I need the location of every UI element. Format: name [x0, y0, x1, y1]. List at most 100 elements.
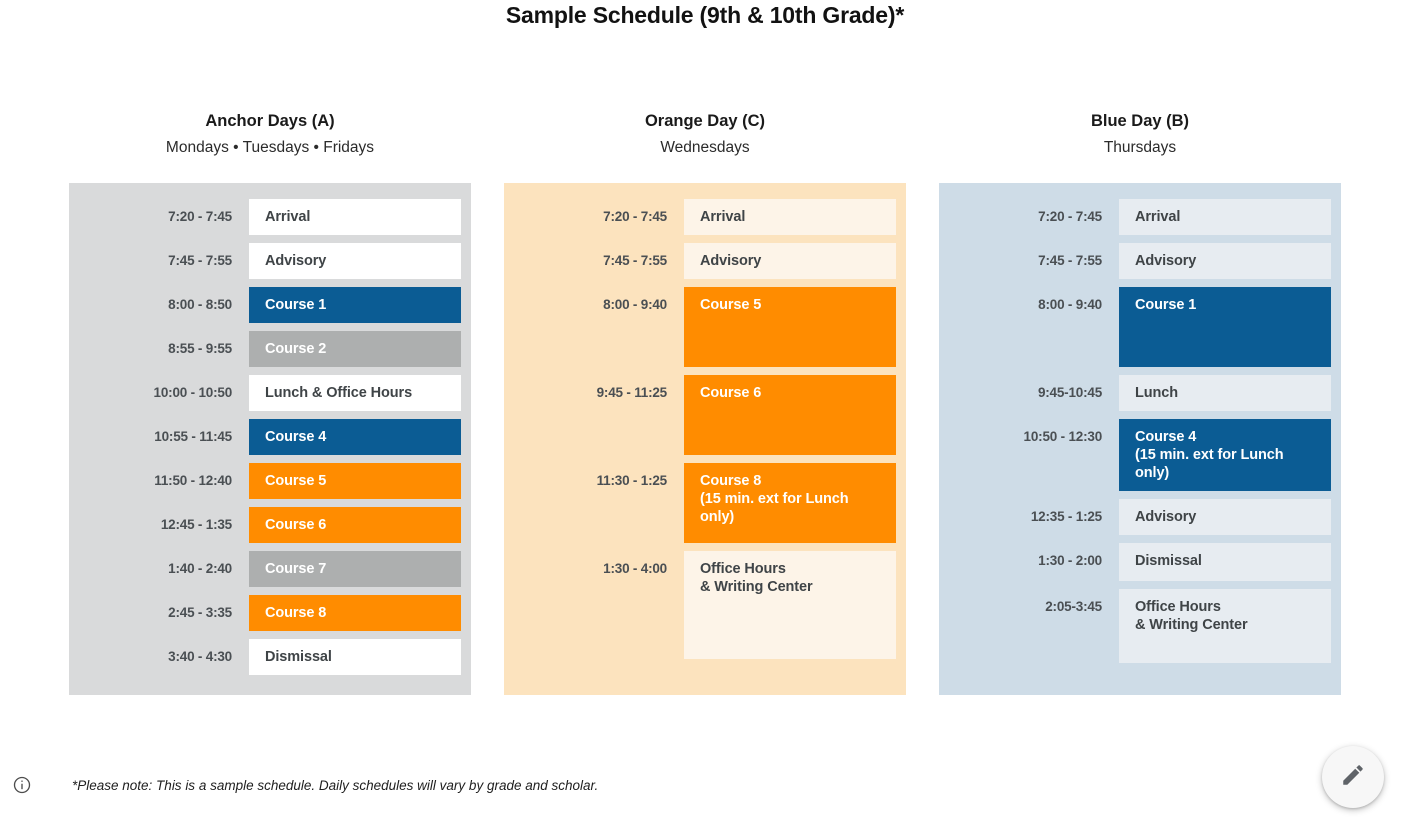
row-label: Course 4	[265, 428, 327, 445]
row-block[interactable]: Course 6	[684, 374, 896, 455]
schedule-row[interactable]: 8:55 - 9:55 Course 2	[69, 330, 461, 367]
row-label: Arrival	[265, 208, 311, 225]
row-label: Dismissal	[1135, 552, 1202, 569]
column-subtitle: Mondays • Tuesdays • Fridays	[165, 138, 375, 156]
schedule-row[interactable]: 3:40 - 4:30 Dismissal	[69, 638, 461, 675]
schedule-row[interactable]: 7:45 - 7:55 Advisory	[69, 242, 461, 279]
row-block[interactable]: Advisory	[249, 242, 461, 279]
row-block[interactable]: Advisory	[1119, 242, 1331, 279]
row-time: 10:50 - 12:30	[1023, 428, 1103, 444]
edit-fab-button[interactable]	[1322, 746, 1384, 808]
row-block[interactable]: Dismissal	[249, 638, 461, 675]
row-label: Course 8	[700, 472, 762, 489]
row-block[interactable]: Lunch & Office Hours	[249, 374, 461, 411]
schedule-row[interactable]: 7:45 - 7:55 Advisory	[939, 242, 1331, 279]
row-label: Office Hours	[700, 560, 786, 577]
schedule-column: Orange Day (C) Wednesdays 7:20 - 7:45 Arriv…	[504, 112, 906, 695]
row-block[interactable]: Arrival	[684, 198, 896, 235]
column-title: Blue Day (B)	[1090, 112, 1190, 130]
row-time: 2:45 - 3:35	[168, 604, 232, 620]
row-block[interactable]: Course 4 (15 min. ext for Lunch only)	[1119, 418, 1331, 491]
row-time: 8:55 - 9:55	[168, 340, 232, 356]
row-label: Advisory	[265, 252, 327, 269]
row-label: Arrival	[700, 208, 746, 225]
schedule-columns: Anchor Days (A) Mondays • Tuesdays • Frid…	[0, 112, 1410, 695]
row-block[interactable]: Arrival	[1119, 198, 1331, 235]
schedule-panel: 7:20 - 7:45 Arrival 7:45 - 7:55 Advisory 8:0…	[939, 182, 1341, 695]
schedule-row[interactable]: 7:20 - 7:45 Arrival	[69, 198, 461, 235]
schedule-row[interactable]: 2:45 - 3:35 Course 8	[69, 594, 461, 631]
schedule-row[interactable]: 1:40 - 2:40 Course 7	[69, 550, 461, 587]
footer-note: *Please note: This is a sample schedule.…	[72, 777, 599, 793]
row-label: Office Hours	[1135, 598, 1221, 615]
row-block[interactable]: Course 8 (15 min. ext for Lunch only)	[684, 462, 896, 543]
footer: *Please note: This is a sample schedule.…	[0, 775, 1410, 795]
row-label: Course 5	[700, 296, 762, 313]
row-time: 11:50 - 12:40	[154, 472, 232, 488]
column-title: Orange Day (C)	[644, 112, 766, 130]
row-block[interactable]: Arrival	[249, 198, 461, 235]
row-time: 1:30 - 2:00	[1038, 552, 1102, 568]
row-block[interactable]: Course 6	[249, 506, 461, 543]
schedule-row[interactable]: 8:00 - 9:40 Course 5	[504, 286, 896, 367]
schedule-row[interactable]: 2:05-3:45 Office Hours & Writing Center	[939, 588, 1331, 663]
row-time: 7:20 - 7:45	[168, 208, 232, 224]
schedule-row[interactable]: 12:45 - 1:35 Course 6	[69, 506, 461, 543]
schedule-row[interactable]: 1:30 - 2:00 Dismissal	[939, 542, 1331, 581]
schedule-row[interactable]: 9:45 - 11:25 Course 6	[504, 374, 896, 455]
row-block[interactable]: Course 4	[249, 418, 461, 455]
pencil-icon	[1340, 762, 1366, 793]
schedule-row[interactable]: 8:00 - 9:40 Course 1	[939, 286, 1331, 367]
schedule-panel: 7:20 - 7:45 Arrival 7:45 - 7:55 Advisory 8:0…	[69, 182, 471, 695]
row-sublabel: & Writing Center	[1135, 616, 1248, 633]
row-time: 1:40 - 2:40	[168, 560, 232, 576]
schedule-row[interactable]: 12:35 - 1:25 Advisory	[939, 498, 1331, 535]
schedule-row[interactable]: 11:30 - 1:25 Course 8 (15 min. ext for Lun…	[504, 462, 896, 543]
row-label: Course 6	[265, 516, 327, 533]
row-block[interactable]: Course 1	[1119, 286, 1331, 367]
row-time: 7:45 - 7:55	[168, 252, 232, 268]
column-subtitle: Thursdays	[1103, 138, 1177, 156]
row-time: 10:55 - 11:45	[154, 428, 232, 444]
row-label: Dismissal	[265, 648, 332, 665]
row-label: Course 5	[265, 472, 327, 489]
schedule-row[interactable]: 10:55 - 11:45 Course 4	[69, 418, 461, 455]
schedule-row[interactable]: 7:20 - 7:45 Arrival	[939, 198, 1331, 235]
row-block[interactable]: Course 2	[249, 330, 461, 367]
column-header: Anchor Days (A) Mondays • Tuesdays • Frid…	[69, 112, 471, 157]
schedule-row[interactable]: 7:45 - 7:55 Advisory	[504, 242, 896, 279]
row-block[interactable]: Course 8	[249, 594, 461, 631]
schedule-row[interactable]: 8:00 - 8:50 Course 1	[69, 286, 461, 323]
row-label: Advisory	[1135, 508, 1197, 525]
row-block[interactable]: Dismissal	[1119, 542, 1331, 581]
row-sublabel: & Writing Center	[700, 578, 813, 595]
row-label: Lunch & Office Hours	[265, 384, 413, 401]
row-block[interactable]: Advisory	[1119, 498, 1331, 535]
schedule-row[interactable]: 10:50 - 12:30 Course 4 (15 min. ext for Lu…	[939, 418, 1331, 491]
schedule-row[interactable]: 11:50 - 12:40 Course 5	[69, 462, 461, 499]
column-header: Blue Day (B) Thursdays	[939, 112, 1341, 157]
column-title: Anchor Days (A)	[205, 112, 335, 130]
schedule-row[interactable]: 10:00 - 10:50 Lunch & Office Hours	[69, 374, 461, 411]
row-time: 9:45-10:45	[1037, 384, 1102, 400]
row-block[interactable]: Course 7	[249, 550, 461, 587]
row-block[interactable]: Advisory	[684, 242, 896, 279]
row-block[interactable]: Course 1	[249, 286, 461, 323]
row-label: Advisory	[1135, 252, 1197, 269]
schedule-column: Anchor Days (A) Mondays • Tuesdays • Frid…	[69, 112, 471, 695]
row-block[interactable]: Office Hours & Writing Center	[1119, 588, 1331, 663]
row-time: 8:00 - 9:40	[1038, 296, 1102, 312]
row-label: Course 6	[700, 384, 762, 401]
schedule-row[interactable]: 1:30 - 4:00 Office Hours & Writing Center	[504, 550, 896, 659]
row-block[interactable]: Office Hours & Writing Center	[684, 550, 896, 659]
schedule-row[interactable]: 7:20 - 7:45 Arrival	[504, 198, 896, 235]
row-label: Course 2	[265, 340, 327, 357]
row-block[interactable]: Course 5	[249, 462, 461, 499]
row-label: Course 1	[1135, 296, 1197, 313]
row-block[interactable]: Lunch	[1119, 374, 1331, 411]
column-subtitle: Wednesdays	[660, 138, 750, 156]
schedule-row[interactable]: 9:45-10:45 Lunch	[939, 374, 1331, 411]
row-block[interactable]: Course 5	[684, 286, 896, 367]
schedule-page: Sample Schedule (9th & 10th Grade)* Anch…	[0, 0, 1410, 826]
row-time: 12:45 - 1:35	[160, 516, 232, 532]
